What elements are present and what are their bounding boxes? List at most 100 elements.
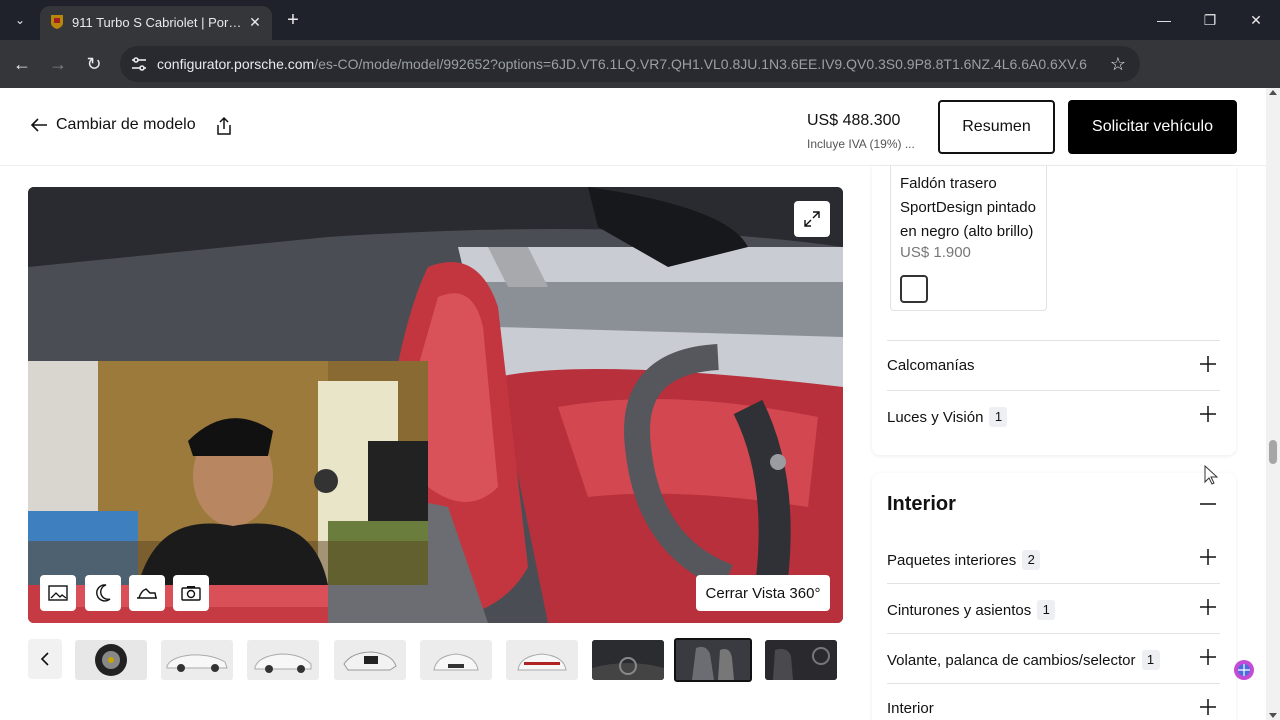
interior-thumbnail-image — [676, 640, 750, 680]
thumbnail-dashboard[interactable] — [592, 640, 664, 680]
night-mode-button[interactable] — [85, 575, 121, 611]
thumbnail-rear[interactable] — [506, 640, 578, 680]
configurator-page: Cambiar de modelo US$ 488.300 Incluye IV… — [0, 88, 1266, 720]
car-angle-thumbnail-image — [254, 653, 312, 673]
address-bar[interactable]: configurator.porsche.com/es-CO/mode/mode… — [120, 46, 1140, 82]
steering-label: Volante, palanca de cambios/selector — [887, 651, 1136, 669]
chevron-left-icon — [40, 652, 49, 666]
page-scrollbar[interactable] — [1266, 88, 1280, 720]
page-header: Cambiar de modelo US$ 488.300 Incluye IV… — [0, 88, 1266, 166]
accordion-label: Luces y Visión 1 — [887, 407, 1008, 427]
tab-search-button[interactable]: ⌄ — [8, 8, 32, 32]
car-top-thumbnail-image — [343, 651, 397, 671]
thumbnail-wheel[interactable] — [75, 640, 147, 680]
accordion-row-lights[interactable]: Luces y Visión 1 — [887, 390, 1220, 438]
accordion-row-steering[interactable]: Volante, palanca de cambios/selector 1 — [887, 633, 1220, 681]
seats-thumbnail-image — [765, 640, 837, 680]
fullscreen-button[interactable] — [794, 201, 830, 237]
decals-label: Calcomanías — [887, 357, 975, 374]
minimize-button[interactable]: — — [1142, 6, 1186, 34]
minus-icon[interactable] — [1198, 494, 1218, 514]
thumbnail-interior-active[interactable] — [674, 638, 752, 682]
expand-icon — [804, 211, 820, 227]
plus-icon[interactable] — [1198, 547, 1218, 567]
porsche-crest-icon — [51, 15, 63, 29]
interior-packages-label: Paquetes interiores — [887, 551, 1017, 569]
webcam-overlay — [28, 361, 428, 585]
thumbnail-front[interactable] — [420, 640, 492, 680]
browser-tab-bar: ⌄ 911 Turbo S Cabriolet | Porsche ✕ + — … — [0, 0, 1280, 40]
accordion-label: Interior — [887, 700, 934, 717]
new-tab-button[interactable]: + — [282, 9, 304, 31]
arrow-left-icon — [30, 118, 47, 132]
car-rear-thumbnail-image — [517, 653, 567, 671]
view-thumbnail-strip — [28, 638, 843, 683]
accordion-row-interior-packages[interactable]: Paquetes interiores 2 — [887, 534, 1220, 582]
roof-toggle-button[interactable] — [129, 575, 165, 611]
image-icon — [48, 585, 68, 601]
scroll-down-arrow[interactable] — [1269, 713, 1277, 718]
summary-button[interactable]: Resumen — [938, 100, 1055, 154]
count-badge: 2 — [1022, 550, 1041, 570]
url-host: configurator.porsche.com — [157, 56, 315, 72]
thumbnail-front-three-quarter[interactable] — [247, 640, 319, 680]
reload-icon[interactable]: ↻ — [82, 52, 106, 76]
webcam-feed-image — [28, 361, 428, 585]
option-card-rear-spoiler[interactable]: Faldón trasero SportDesign pintado en ne… — [890, 166, 1047, 311]
browser-tab[interactable]: 911 Turbo S Cabriolet | Porsche ✕ — [40, 6, 272, 40]
accordion-row-interior[interactable]: Interior — [887, 683, 1220, 720]
interior-section-title[interactable]: Interior — [887, 493, 956, 516]
change-model-label: Cambiar de modelo — [56, 116, 196, 133]
tab-title: 911 Turbo S Cabriolet | Porsche — [72, 15, 242, 30]
count-badge: 1 — [989, 407, 1008, 427]
count-badge: 1 — [1037, 600, 1056, 620]
camera-view-button[interactable] — [173, 575, 209, 611]
close-360-button[interactable]: Cerrar Vista 360° — [696, 575, 830, 611]
total-price: US$ 488.300 — [807, 112, 901, 129]
count-badge: 1 — [1141, 650, 1160, 670]
moon-icon — [96, 584, 111, 602]
thumbnail-side[interactable] — [161, 640, 233, 680]
interior-label: Interior — [887, 700, 934, 717]
url-path: /es-CO/mode/model/992652?options=6JD.VT6… — [314, 56, 1087, 72]
scroll-up-arrow[interactable] — [1269, 90, 1277, 95]
interior-360-viewer[interactable]: Cerrar Vista 360° — [28, 187, 843, 623]
thumbnail-top[interactable] — [334, 640, 406, 680]
change-model-link[interactable]: Cambiar de modelo — [30, 116, 196, 134]
accordion-label: Calcomanías — [887, 357, 975, 374]
accordion-label: Cinturones y asientos 1 — [887, 600, 1056, 620]
back-icon[interactable]: ← — [10, 52, 34, 76]
bookmark-star-icon[interactable]: ☆ — [1110, 54, 1126, 75]
accordion-row-seats-belts[interactable]: Cinturones y asientos 1 — [887, 583, 1220, 631]
request-vehicle-button[interactable]: Solicitar vehículo — [1068, 100, 1237, 154]
accordion-row-decals[interactable]: Calcomanías — [887, 340, 1220, 388]
lights-label: Luces y Visión — [887, 408, 984, 426]
price-tax-note[interactable]: Incluye IVA (19%) ... — [807, 137, 915, 151]
forward-icon[interactable]: → — [46, 52, 70, 76]
plus-icon[interactable] — [1198, 697, 1218, 717]
scrollbar-thumb[interactable] — [1269, 440, 1277, 464]
tab-close-icon[interactable]: ✕ — [246, 13, 264, 31]
car-front-thumbnail-image — [433, 653, 479, 671]
share-icon[interactable] — [214, 116, 234, 136]
plus-icon[interactable] — [1198, 597, 1218, 617]
mouse-cursor-icon — [1204, 465, 1218, 485]
restore-button[interactable]: ❐ — [1188, 6, 1232, 34]
option-checkbox[interactable] — [900, 275, 928, 303]
url-text: configurator.porsche.com/es-CO/mode/mode… — [157, 56, 1087, 72]
site-info-icon[interactable] — [130, 55, 148, 73]
thumbnail-seats[interactable] — [765, 640, 837, 680]
dashboard-thumbnail-image — [592, 640, 664, 680]
plus-icon[interactable] — [1198, 647, 1218, 667]
plus-icon[interactable] — [1198, 354, 1218, 374]
assistant-chat-icon[interactable] — [1233, 659, 1255, 681]
thumbnail-prev-button[interactable] — [28, 639, 62, 679]
option-price: US$ 1.900 — [900, 244, 971, 261]
browser-toolbar: ← → ↻ configurator.porsche.com/es-CO/mod… — [0, 40, 1280, 113]
accordion-label: Volante, palanca de cambios/selector 1 — [887, 650, 1160, 670]
camera-icon — [181, 586, 201, 601]
wheel-thumbnail-image — [95, 644, 127, 676]
window-close-button[interactable]: ✕ — [1234, 6, 1278, 34]
plus-icon[interactable] — [1198, 404, 1218, 424]
image-view-button[interactable] — [40, 575, 76, 611]
